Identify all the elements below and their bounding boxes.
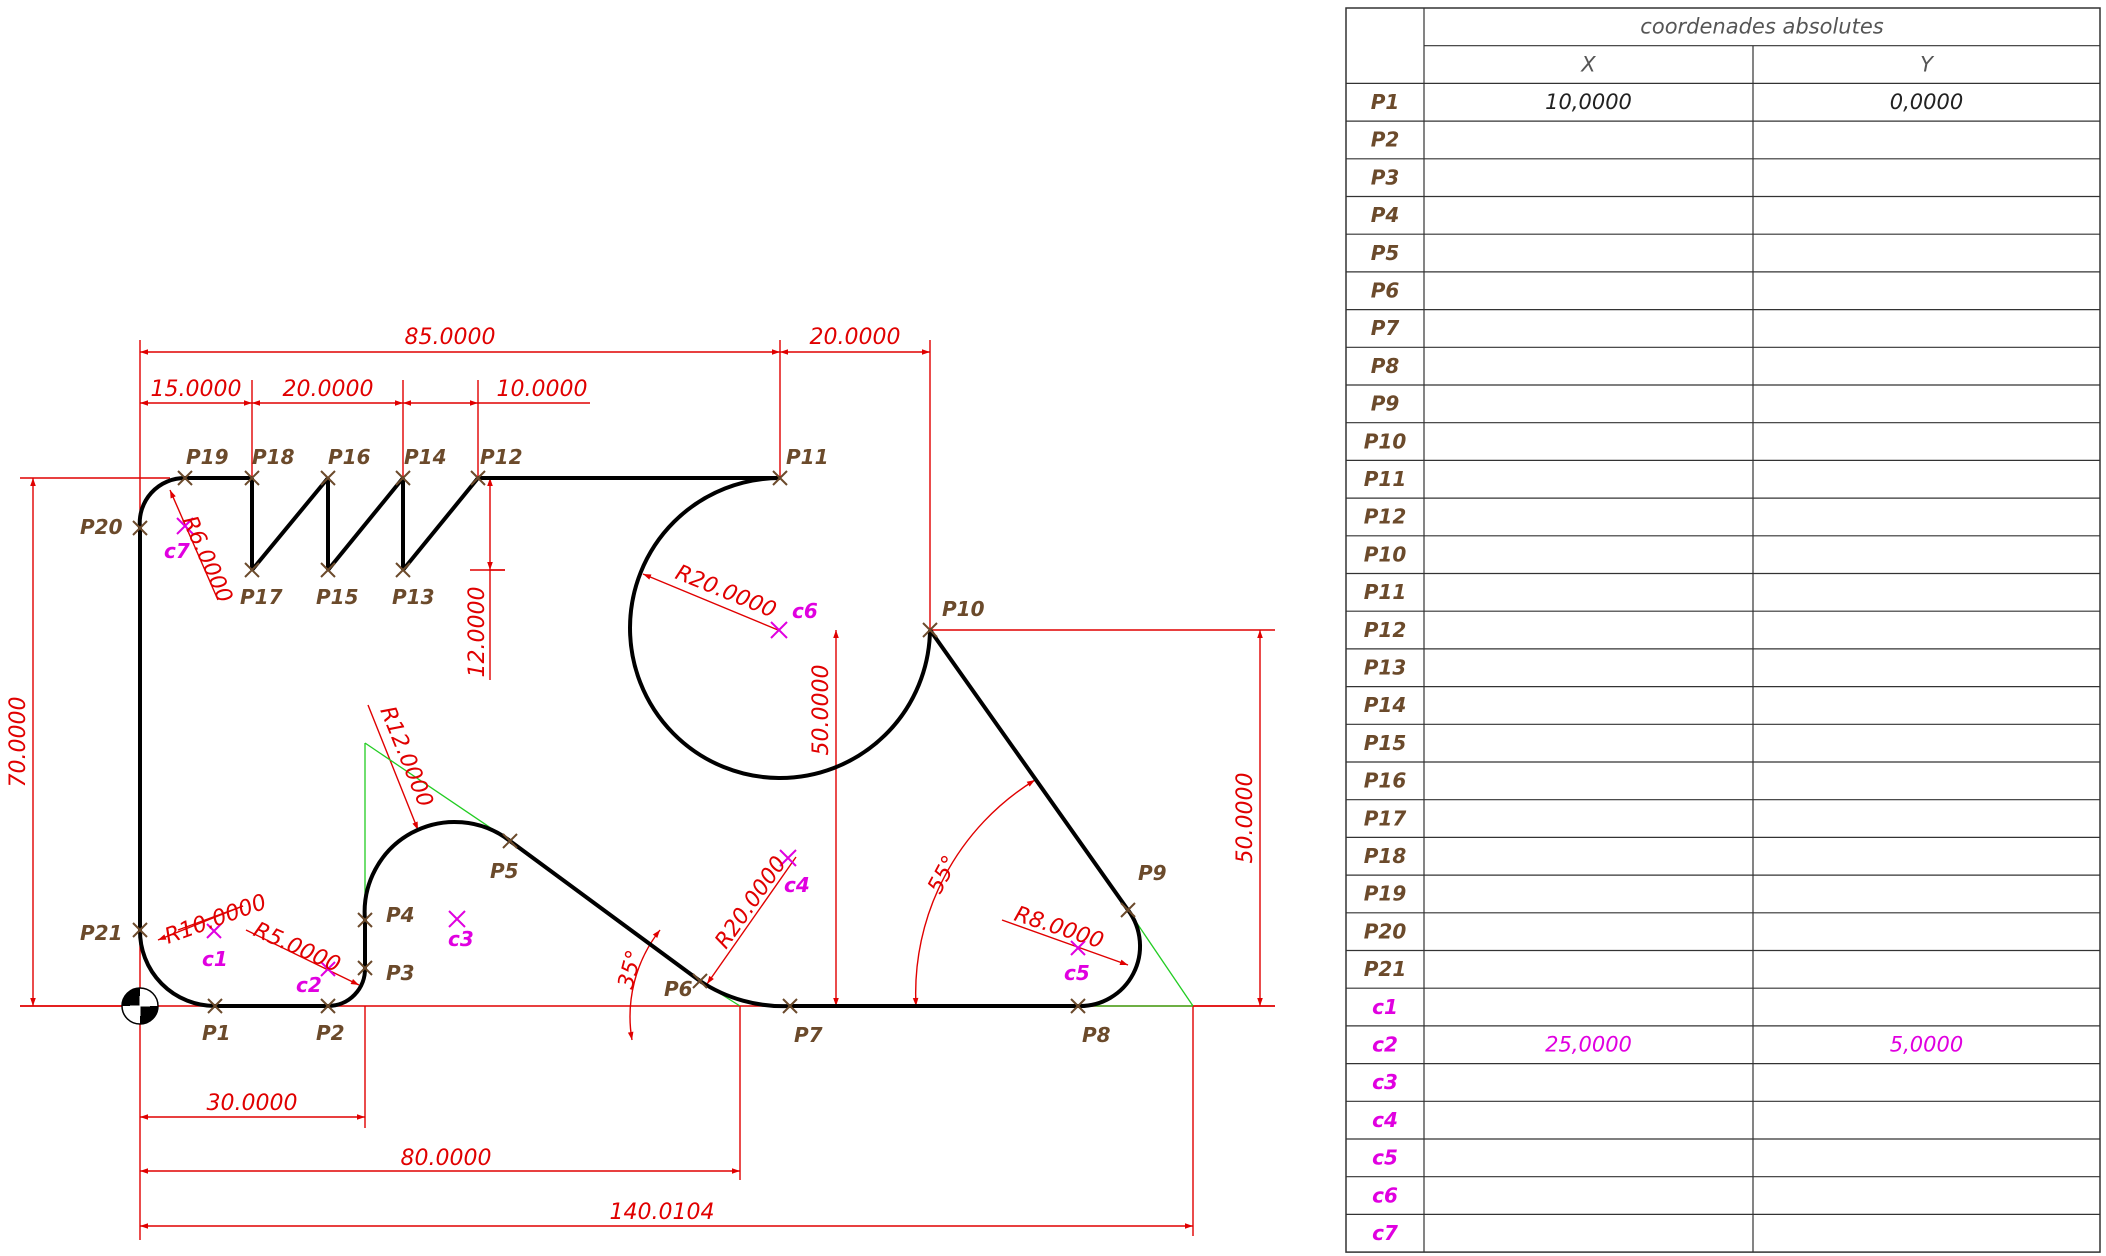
table-row-label: P21 [1364,957,1407,981]
label-p10: P10 [942,597,985,621]
label-c6: c6 [792,599,818,623]
label-p21: P21 [80,921,123,945]
table-header-x: X [1580,52,1596,76]
label-p14: P14 [404,445,447,469]
table-row-label: c3 [1372,1070,1398,1094]
label-c1: c1 [202,947,228,971]
radius-r5: R5.0000 [250,918,344,978]
radius-r20-top: R20.0000 [672,560,780,623]
label-c3: c3 [448,927,474,951]
label-p8: P8 [1082,1023,1111,1047]
label-p9: P9 [1138,861,1167,885]
table-row-label: P15 [1364,731,1407,755]
dim-85: 85.0000 [405,325,496,350]
label-p5: P5 [490,859,519,883]
label-p13: P13 [392,585,435,609]
label-p17: P17 [240,585,283,609]
radius-r8: R8.0000 [1011,902,1106,954]
table-row-label: P13 [1364,656,1407,680]
label-c5: c5 [1064,961,1090,985]
table-row-label: P10 [1364,542,1407,566]
angle-35: 35° [614,947,648,991]
label-c2: c2 [296,973,322,997]
table-row-label: P11 [1364,467,1407,491]
dim-80: 80.0000 [401,1146,492,1171]
table-row-label: P17 [1364,806,1407,830]
table-row-label: P12 [1364,505,1407,529]
dim-20-mid: 20.0000 [283,377,374,402]
table-row-label: c7 [1372,1221,1398,1245]
table-row-label: P12 [1364,618,1407,642]
dim-50-right: 50.0000 [1233,773,1258,864]
dim-20-top: 20.0000 [810,325,901,350]
table-row-label: P11 [1364,580,1407,604]
table-row-label: P8 [1371,354,1400,378]
dim-70: 70.0000 [6,697,31,788]
label-p11: P11 [786,445,829,469]
table-row-label: P1 [1371,90,1400,114]
coordinates-table: coordenades absolutes X Y P1 10,0000 0,0000 P2… [1345,7,2101,1253]
label-c7: c7 [164,539,190,563]
table-border [1345,7,2101,1253]
origin-icon [121,987,159,1025]
table-row-label: P10 [1364,429,1407,453]
table-row-label: P14 [1364,693,1407,717]
label-p6: P6 [664,977,693,1001]
dim-12: 12.0000 [465,587,490,678]
table-row-label: P18 [1364,844,1407,868]
label-p18: P18 [252,445,295,469]
table-row-label: P4 [1371,203,1400,227]
dim-10: 10.0000 [497,377,588,402]
radius-r12: R12.0000 [374,703,437,811]
label-p15: P15 [316,585,359,609]
radius-r20-bot: R20.0000 [710,852,791,953]
label-p16: P16 [328,445,371,469]
label-p3: P3 [386,961,415,985]
table-row-label: P19 [1364,882,1407,906]
table-cell-y: 0,0000 [1890,90,1963,114]
dim-15: 15.0000 [151,377,242,402]
table-row-label: P16 [1364,769,1407,793]
center-markers [176,517,1086,977]
table-row-label: c5 [1372,1146,1398,1170]
label-p7: P7 [794,1023,823,1047]
table-row-label: c4 [1372,1108,1398,1132]
dim-30: 30.0000 [207,1091,298,1116]
table-row-label: P20 [1364,919,1407,943]
table-row-label: c1 [1372,995,1398,1019]
dim-140: 140.0104 [610,1200,715,1225]
table-row-label: P2 [1371,128,1400,152]
table-row-label: c6 [1372,1183,1398,1207]
table-row-label: c2 [1372,1033,1398,1057]
label-p1: P1 [202,1021,231,1045]
dim-50-mid: 50.0000 [809,665,834,756]
table-row-label: P7 [1371,316,1400,340]
table-title: coordenades absolutes [1640,15,1883,39]
cad-drawing: 85.0000 20.0000 15.0000 20.0000 10.0000 … [6,7,2101,1253]
label-p4: P4 [386,903,415,927]
label-p20: P20 [80,515,123,539]
table-row-label: P9 [1371,392,1400,416]
angle-55: 55° [923,852,963,898]
table-cell-x: 25,0000 [1545,1033,1632,1057]
table-row-label: P3 [1371,165,1400,189]
label-c4: c4 [784,873,810,897]
label-p12: P12 [480,445,523,469]
table-row-label: P6 [1371,279,1400,303]
table-header-y: Y [1920,52,1935,76]
part-outline [137,475,1143,1009]
table-row-label: P5 [1371,241,1400,265]
table-cell-x: 10,0000 [1545,90,1632,114]
label-p2: P2 [316,1021,345,1045]
label-p19: P19 [186,445,229,469]
table-cell-y: 5,0000 [1890,1033,1963,1057]
